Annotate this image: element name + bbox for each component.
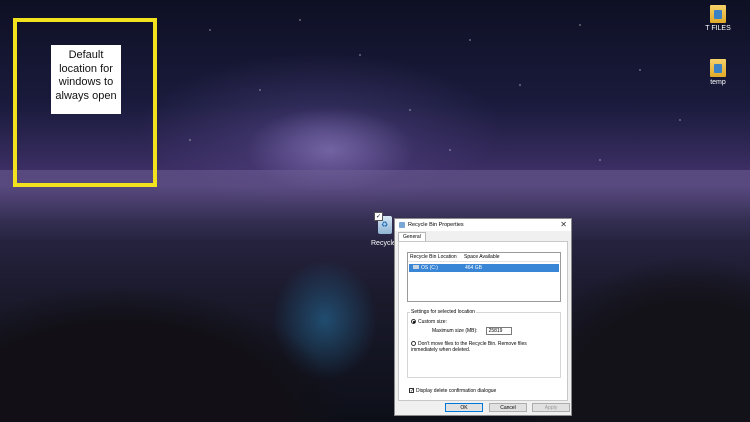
column-header-location[interactable]: Recycle Bin Location — [408, 254, 464, 260]
recycle-bin-icon — [399, 222, 405, 228]
max-size-label: Maximum size (MB): — [432, 328, 478, 334]
location-list[interactable]: Recycle Bin Location Space Available OS … — [407, 252, 561, 302]
title-bar[interactable]: Recycle Bin Properties ✕ — [395, 219, 571, 231]
dont-move-radio[interactable] — [411, 341, 416, 347]
dont-move-label: Don't move files to the Recycle Bin. Rem… — [411, 341, 527, 353]
ok-button[interactable]: OK — [445, 403, 483, 412]
list-row[interactable]: OS (C:) 464 GB — [409, 264, 559, 272]
dont-move-option[interactable]: Don't move files to the Recycle Bin. Rem… — [411, 341, 551, 353]
max-size-row: Maximum size (MB): 25819 — [432, 327, 512, 335]
close-icon[interactable]: ✕ — [560, 220, 567, 229]
list-header: Recycle Bin Location Space Available — [408, 253, 560, 262]
general-panel: Recycle Bin Location Space Available OS … — [398, 241, 568, 401]
custom-size-radio[interactable] — [411, 319, 416, 325]
desktop-icon-t-files[interactable]: T FILES — [698, 5, 738, 32]
desktop-icon-temp[interactable]: temp — [698, 59, 738, 86]
max-size-input[interactable]: 25819 — [485, 327, 512, 335]
annotation-line: Default — [68, 49, 104, 61]
column-header-space[interactable]: Space Available — [464, 254, 544, 260]
annotation-line: always open — [55, 89, 117, 102]
cancel-button[interactable]: Cancel — [489, 403, 527, 412]
desktop-icon-label: temp — [710, 79, 726, 86]
recycle-symbol-icon: ♻ — [381, 220, 389, 229]
custom-size-label: Custom size: — [418, 319, 447, 325]
annotation-note: Default location for windows to always o… — [51, 45, 121, 114]
folder-icon — [710, 59, 726, 77]
drive-icon — [413, 265, 419, 269]
annotation-line: windows to — [58, 76, 114, 88]
display-confirm-option[interactable]: ✓ Display delete confirmation dialogue — [409, 388, 496, 394]
custom-size-option[interactable]: Custom size: — [411, 319, 447, 325]
selection-check-icon[interactable]: ✓ — [374, 212, 383, 221]
settings-group: Settings for selected location Custom si… — [407, 309, 561, 378]
desktop-icon-label: T FILES — [705, 25, 731, 32]
recycle-bin-properties-dialog: Recycle Bin Properties ✕ General Recycle… — [394, 218, 572, 416]
tab-strip: General — [395, 231, 571, 241]
tab-general[interactable]: General — [398, 232, 426, 241]
recycle-bin-desktop-icon[interactable]: ♻ ✓ — [374, 212, 396, 238]
location-text: OS (C:) — [421, 265, 438, 271]
annotation-line: location for — [59, 62, 113, 75]
display-confirm-checkbox[interactable]: ✓ — [409, 388, 414, 394]
settings-group-label: Settings for selected location — [410, 309, 476, 315]
space-cell: 464 GB — [465, 265, 482, 271]
rocks-left — [0, 192, 400, 422]
apply-button[interactable]: Apply — [532, 403, 570, 412]
desktop-icon-label: Recycle — [371, 240, 396, 247]
folder-icon — [710, 5, 726, 23]
location-cell: OS (C:) — [409, 265, 465, 271]
display-confirm-label: Display delete confirmation dialogue — [416, 388, 497, 394]
dialog-title: Recycle Bin Properties — [408, 222, 464, 228]
